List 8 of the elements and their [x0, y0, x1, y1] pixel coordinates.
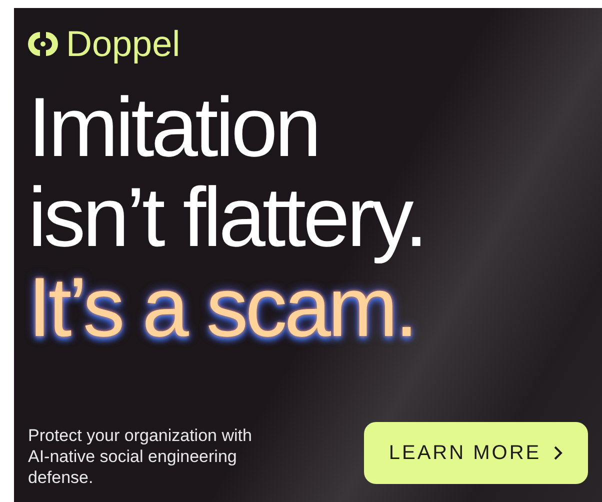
body-text: Protect your organization with AI-native social engineering defense. [28, 425, 253, 488]
logo-icon [28, 29, 58, 59]
headline-line: Imitation [28, 82, 320, 172]
brand-name: Doppel [66, 24, 180, 64]
chevron-right-icon [553, 445, 564, 461]
headline-line: isn’t flattery. [28, 172, 426, 262]
glowing-headline: It’s a scam. [28, 262, 416, 352]
learn-more-button[interactable]: LEARN MORE [364, 422, 588, 484]
